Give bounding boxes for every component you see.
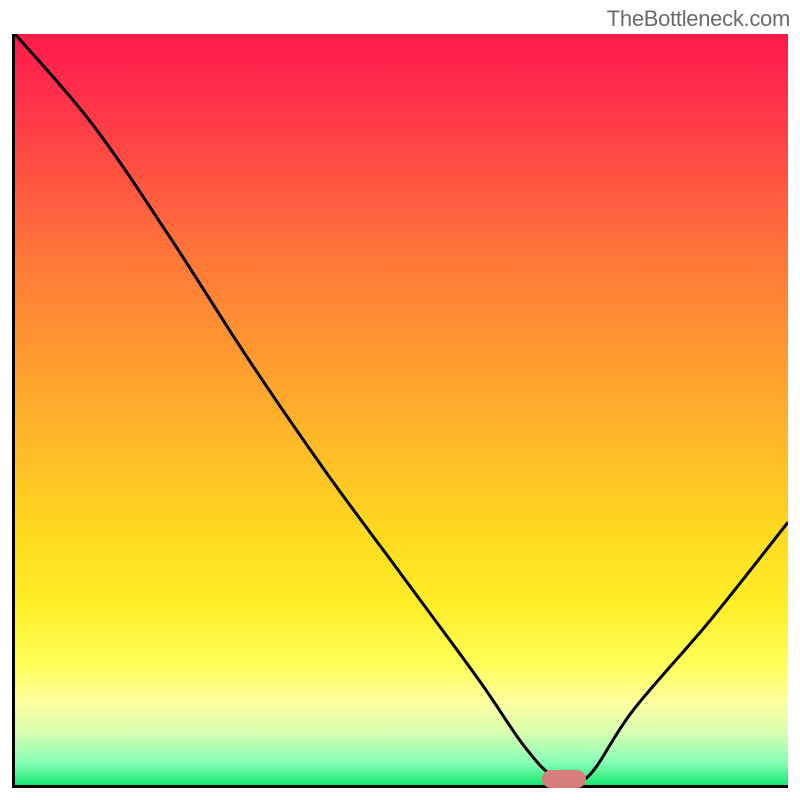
optimal-marker [542,770,586,788]
plot-area [12,34,788,788]
watermark-text: TheBottleneck.com [607,6,790,32]
bottleneck-curve [15,34,788,785]
